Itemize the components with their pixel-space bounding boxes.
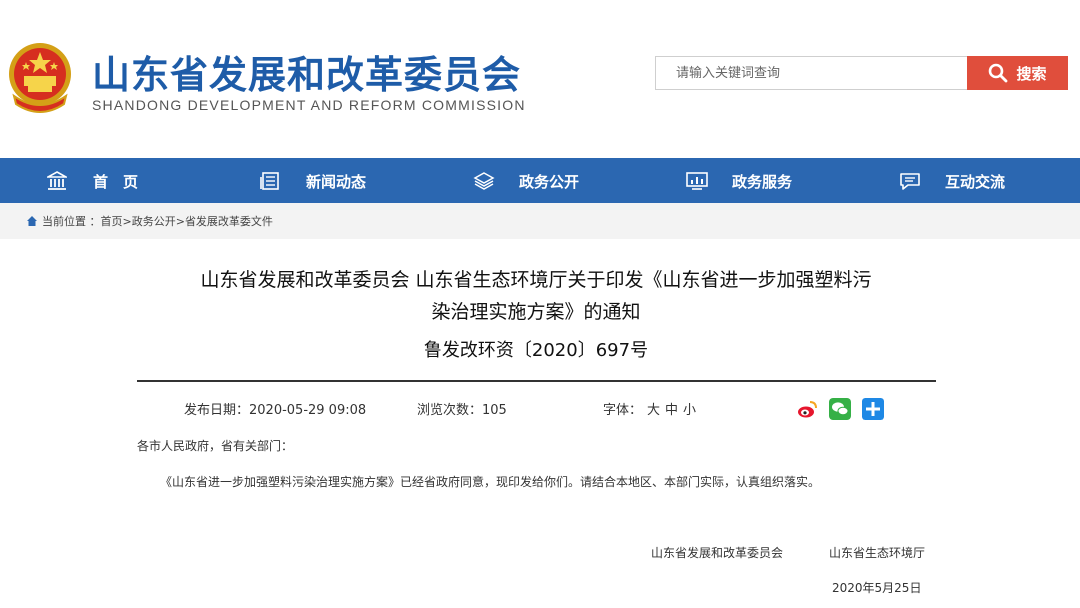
nav-label-news: 新闻动态 — [306, 173, 367, 191]
nav-item-gov-service[interactable]: 政务服务 — [642, 158, 855, 203]
search-button[interactable]: 搜索 — [967, 56, 1068, 90]
nav-label-gov-service: 政务服务 — [732, 173, 793, 191]
nav-item-home[interactable]: 首 页 — [0, 158, 216, 203]
bank-icon — [47, 171, 67, 190]
search-input[interactable] — [656, 57, 968, 89]
article-title-line-2: 染治理实施方案》的通知 — [431, 301, 641, 323]
font-size-label: 字体： — [603, 403, 643, 418]
nav-label-gov-affairs: 政务公开 — [519, 173, 580, 191]
chart-monitor-icon — [686, 172, 708, 190]
search-icon — [989, 63, 1008, 83]
nav-item-news[interactable]: 新闻动态 — [216, 158, 429, 203]
plus-share-icon[interactable] — [862, 398, 884, 420]
breadcrumb-item-home[interactable]: 首页> — [101, 213, 132, 229]
body-paragraph: 《山东省进一步加强塑料污染治理实施方案》已经省政府同意，现印发给你们。请结合本地… — [160, 475, 821, 489]
national-emblem-icon — [9, 43, 71, 113]
publish-date: 发布日期：2020-05-29 09:08 — [184, 403, 367, 418]
greeting: 各市人民政府，省有关部门： — [137, 439, 294, 453]
font-size-medium[interactable]: 中 — [665, 399, 678, 418]
article-title: 山东省发展和改革委员会 山东省生态环境厅关于印发《山东省进一步加强塑料污 染治理实… — [136, 264, 936, 328]
home-icon — [27, 216, 37, 226]
doc-number: 鲁发改环资〔2020〕697号 — [423, 340, 649, 361]
site-subtitle: SHANDONG DEVELOPMENT AND REFORM COMMISSI… — [92, 97, 526, 113]
breadcrumb-item-gov-affairs[interactable]: 政务公开> — [132, 213, 185, 229]
weibo-icon[interactable] — [796, 398, 818, 420]
wechat-icon[interactable] — [829, 398, 851, 420]
view-count: 浏览次数：105 — [417, 403, 507, 418]
article-title-line-1: 山东省发展和改革委员会 山东省生态环境厅关于印发《山东省进一步加强塑料污 — [200, 269, 872, 291]
signer-ndrc: 山东省发展和改革委员会 — [651, 546, 784, 560]
nav-item-interaction[interactable]: 互动交流 — [855, 158, 1080, 203]
search-box: 搜索 — [655, 56, 1068, 90]
search-button-label: 搜索 — [1016, 65, 1047, 83]
breadcrumb: 当前位置 ： 首页> 政务公开> 省发展改革委文件 — [0, 203, 1080, 239]
site-header: 山东省发展和改革委员会 SHANDONG DEVELOPMENT AND REF… — [0, 0, 1080, 158]
breadcrumb-prefix: 当前位置 ： — [42, 215, 101, 228]
nav-label-interaction: 互动交流 — [945, 173, 1006, 191]
font-size-large[interactable]: 大 — [647, 399, 660, 418]
nav-item-gov-affairs[interactable]: 政务公开 — [429, 158, 642, 203]
main-nav: 首 页 新闻动态 政务公开 政务服务 互动交流 — [0, 158, 1080, 203]
site-title: 山东省发展和改革委员会 — [92, 53, 522, 97]
breadcrumb-item-current[interactable]: 省发展改革委文件 — [185, 213, 273, 229]
newspaper-icon — [260, 172, 279, 190]
font-size-small[interactable]: 小 — [683, 399, 696, 418]
chat-icon — [900, 173, 920, 190]
signer-eco-env: 山东省生态环境厅 — [829, 546, 926, 560]
sign-date: 2020年5月25日 — [832, 581, 922, 595]
layers-icon — [473, 172, 495, 190]
title-divider — [137, 380, 936, 382]
nav-label-home: 首 页 — [93, 173, 139, 191]
